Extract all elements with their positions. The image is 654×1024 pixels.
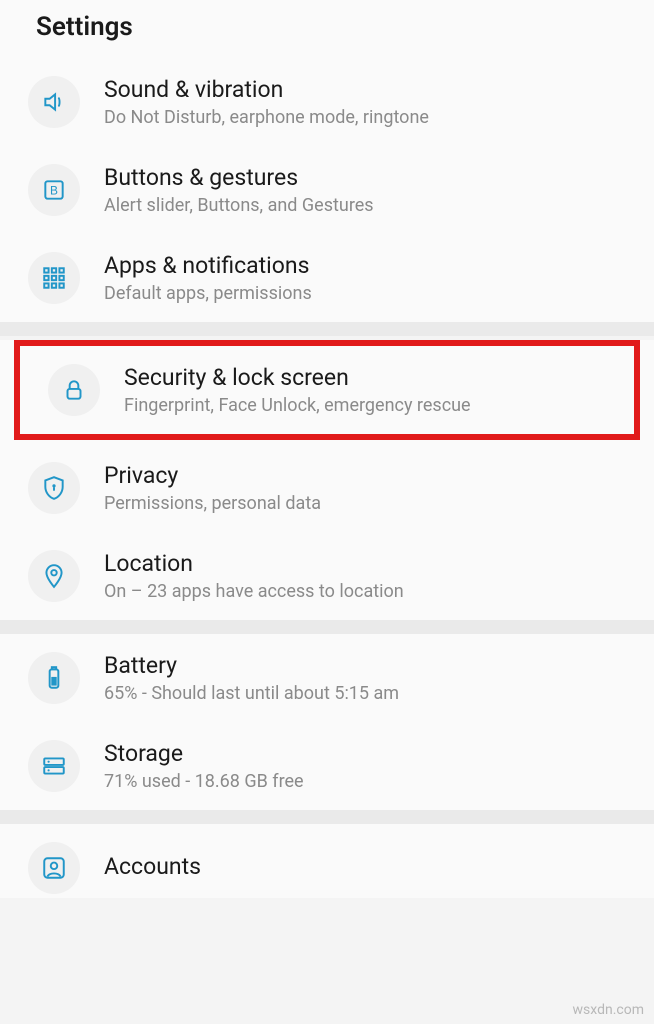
grid-icon [28, 252, 80, 304]
item-title: Storage [104, 740, 638, 767]
item-subtitle: 65% - Should last until about 5:15 am [104, 683, 638, 704]
item-subtitle: Alert slider, Buttons, and Gestures [104, 195, 638, 216]
watermark: wsxdn.com [573, 1002, 644, 1018]
settings-item-sound[interactable]: Sound & vibration Do Not Disturb, earpho… [0, 58, 654, 146]
item-title: Buttons & gestures [104, 164, 638, 191]
settings-item-storage[interactable]: Storage 71% used - 18.68 GB free [0, 722, 654, 810]
item-subtitle: Default apps, permissions [104, 283, 638, 304]
divider [0, 322, 654, 336]
settings-item-location[interactable]: Location On – 23 apps have access to loc… [0, 532, 654, 620]
item-title: Sound & vibration [104, 76, 638, 103]
storage-icon [28, 740, 80, 792]
item-title: Security & lock screen [124, 364, 618, 391]
item-subtitle: 71% used - 18.68 GB free [104, 771, 638, 792]
settings-group: Sound & vibration Do Not Disturb, earpho… [0, 58, 654, 322]
page-title: Settings [0, 0, 654, 58]
settings-item-apps[interactable]: Apps & notifications Default apps, permi… [0, 234, 654, 322]
item-subtitle: Fingerprint, Face Unlock, emergency resc… [124, 395, 618, 416]
settings-group: Accounts [0, 824, 654, 898]
pin-icon [28, 550, 80, 602]
settings-item-buttons[interactable]: B Buttons & gestures Alert slider, Butto… [0, 146, 654, 234]
item-subtitle: On – 23 apps have access to location [104, 581, 638, 602]
item-title: Battery [104, 652, 638, 679]
settings-item-privacy[interactable]: Privacy Permissions, personal data [0, 444, 654, 532]
item-subtitle: Permissions, personal data [104, 493, 638, 514]
settings-item-security[interactable]: Security & lock screen Fingerprint, Face… [14, 340, 640, 440]
lock-icon [48, 364, 100, 416]
settings-item-accounts[interactable]: Accounts [0, 824, 654, 898]
divider [0, 810, 654, 824]
item-title: Location [104, 550, 638, 577]
speaker-icon [28, 76, 80, 128]
svg-text:B: B [50, 183, 58, 197]
item-title: Privacy [104, 462, 638, 489]
item-title: Accounts [104, 853, 638, 880]
item-subtitle: Do Not Disturb, earphone mode, ringtone [104, 107, 638, 128]
divider [0, 620, 654, 634]
account-icon [28, 842, 80, 894]
item-title: Apps & notifications [104, 252, 638, 279]
settings-item-battery[interactable]: Battery 65% - Should last until about 5:… [0, 634, 654, 722]
battery-icon [28, 652, 80, 704]
settings-group: Battery 65% - Should last until about 5:… [0, 634, 654, 810]
shield-icon [28, 462, 80, 514]
settings-group: Security & lock screen Fingerprint, Face… [0, 340, 654, 620]
button-box-icon: B [28, 164, 80, 216]
